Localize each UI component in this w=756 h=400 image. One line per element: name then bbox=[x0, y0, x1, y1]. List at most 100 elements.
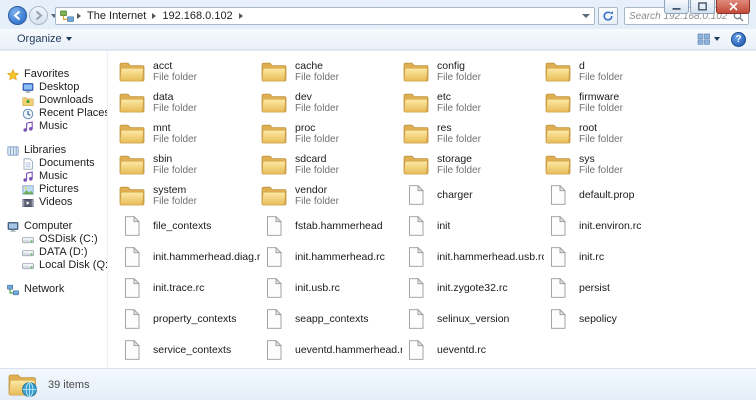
file-tile[interactable]: data File folder bbox=[118, 87, 260, 117]
change-view-button[interactable] bbox=[694, 31, 723, 47]
sidebar-item[interactable]: Local Disk (Q:) bbox=[0, 259, 107, 272]
disk-icon bbox=[22, 260, 35, 272]
address-bar[interactable]: The Internet 192.168.0.102 bbox=[55, 7, 595, 25]
file-tile[interactable]: file_contexts bbox=[118, 211, 260, 241]
item-name: init bbox=[437, 220, 450, 232]
item-type: File folder bbox=[579, 134, 623, 145]
folder-icon bbox=[260, 92, 288, 113]
downloads-icon bbox=[22, 95, 35, 107]
file-icon bbox=[402, 340, 430, 360]
file-icon bbox=[260, 247, 288, 267]
file-tile[interactable]: seapp_contexts bbox=[260, 304, 402, 334]
file-tile[interactable]: storage File folder bbox=[402, 149, 544, 179]
file-tile[interactable]: persist bbox=[544, 273, 686, 303]
file-icon bbox=[544, 185, 572, 205]
sidebar-item[interactable]: Computer bbox=[0, 220, 107, 233]
sidebar-item-label: Desktop bbox=[39, 81, 79, 94]
file-tile[interactable]: sepolicy bbox=[544, 304, 686, 334]
item-name: system bbox=[153, 184, 197, 196]
item-type: File folder bbox=[579, 103, 623, 114]
file-tile[interactable]: proc File folder bbox=[260, 118, 402, 148]
file-tile[interactable]: ueventd.rc bbox=[402, 335, 544, 365]
file-tile[interactable]: fstab.hammerhead bbox=[260, 211, 402, 241]
help-button[interactable]: ? bbox=[731, 32, 746, 47]
folder-icon bbox=[260, 154, 288, 175]
item-name: init.environ.rc bbox=[579, 220, 641, 232]
sidebar-item[interactable]: OSDisk (C:) bbox=[0, 233, 107, 246]
file-tile[interactable]: etc File folder bbox=[402, 87, 544, 117]
sidebar-item[interactable]: Videos bbox=[0, 196, 107, 209]
item-name: persist bbox=[579, 282, 610, 294]
sidebar-item[interactable]: Network bbox=[0, 283, 107, 296]
views-icon bbox=[697, 33, 711, 45]
file-tile[interactable]: charger bbox=[402, 180, 544, 210]
forward-button[interactable] bbox=[29, 6, 48, 25]
item-count: 39 items bbox=[48, 379, 90, 391]
address-dropdown-icon[interactable] bbox=[582, 14, 590, 18]
folder-icon bbox=[118, 123, 146, 144]
item-type: File folder bbox=[153, 196, 197, 207]
breadcrumb-host[interactable]: 192.168.0.102 bbox=[157, 10, 237, 22]
sidebar-item-label: Libraries bbox=[24, 144, 66, 157]
organize-button[interactable]: Organize bbox=[10, 31, 79, 47]
file-tile[interactable]: dev File folder bbox=[260, 87, 402, 117]
file-tile[interactable]: sdcard File folder bbox=[260, 149, 402, 179]
item-name: init.usb.rc bbox=[295, 282, 340, 294]
file-tile[interactable]: init.trace.rc bbox=[118, 273, 260, 303]
file-icon bbox=[402, 185, 430, 205]
sidebar-item[interactable]: Documents bbox=[0, 157, 107, 170]
network-icon bbox=[7, 284, 20, 296]
file-tile[interactable]: res File folder bbox=[402, 118, 544, 148]
item-name: etc bbox=[437, 91, 481, 103]
file-icon bbox=[402, 278, 430, 298]
sidebar-item[interactable]: Libraries bbox=[0, 144, 107, 157]
file-tile[interactable]: cache File folder bbox=[260, 56, 402, 86]
close-button[interactable] bbox=[716, 0, 750, 14]
file-tile[interactable]: service_contexts bbox=[118, 335, 260, 365]
folder-icon bbox=[118, 154, 146, 175]
item-name: init.hammerhead.rc bbox=[295, 251, 385, 263]
sidebar-item[interactable]: Desktop bbox=[0, 81, 107, 94]
item-name: default.prop bbox=[579, 189, 634, 201]
sidebar-item[interactable]: DATA (D:) bbox=[0, 246, 107, 259]
refresh-icon bbox=[602, 10, 614, 22]
file-tile[interactable]: d File folder bbox=[544, 56, 686, 86]
file-tile[interactable]: config File folder bbox=[402, 56, 544, 86]
sidebar-item[interactable]: Favorites bbox=[0, 68, 107, 81]
file-tile[interactable]: init.hammerhead.rc bbox=[260, 242, 402, 272]
file-tile[interactable]: ueventd.hammerhead.rc bbox=[260, 335, 402, 365]
file-tile[interactable]: vendor File folder bbox=[260, 180, 402, 210]
file-tile[interactable]: mnt File folder bbox=[118, 118, 260, 148]
item-name: res bbox=[437, 122, 481, 134]
recent-icon bbox=[22, 108, 35, 120]
breadcrumb-the-internet[interactable]: The Internet bbox=[82, 10, 151, 22]
refresh-button[interactable] bbox=[598, 7, 618, 25]
sidebar-item[interactable]: Downloads bbox=[0, 94, 107, 107]
maximize-button[interactable] bbox=[690, 0, 715, 14]
file-tile[interactable]: system File folder bbox=[118, 180, 260, 210]
file-tile[interactable]: root File folder bbox=[544, 118, 686, 148]
file-tile[interactable]: init.usb.rc bbox=[260, 273, 402, 303]
folder-icon bbox=[544, 61, 572, 82]
sidebar-item[interactable]: Recent Places bbox=[0, 107, 107, 120]
file-tile[interactable]: firmware File folder bbox=[544, 87, 686, 117]
item-name: data bbox=[153, 91, 197, 103]
file-tile[interactable]: init.environ.rc bbox=[544, 211, 686, 241]
file-tile[interactable]: default.prop bbox=[544, 180, 686, 210]
file-tile[interactable]: init.hammerhead.diag.rc bbox=[118, 242, 260, 272]
back-button[interactable] bbox=[8, 6, 27, 25]
file-tile[interactable]: sbin File folder bbox=[118, 149, 260, 179]
file-tile[interactable]: selinux_version bbox=[402, 304, 544, 334]
file-tile[interactable]: init bbox=[402, 211, 544, 241]
sidebar-item[interactable]: Music bbox=[0, 120, 107, 133]
sidebar-item[interactable]: Pictures bbox=[0, 183, 107, 196]
file-tile[interactable]: acct File folder bbox=[118, 56, 260, 86]
file-tile[interactable]: sys File folder bbox=[544, 149, 686, 179]
item-name: init.hammerhead.usb.rc bbox=[437, 251, 544, 263]
sidebar-item[interactable]: Music bbox=[0, 170, 107, 183]
minimize-button[interactable] bbox=[664, 0, 689, 14]
file-tile[interactable]: init.rc bbox=[544, 242, 686, 272]
file-tile[interactable]: property_contexts bbox=[118, 304, 260, 334]
file-tile[interactable]: init.hammerhead.usb.rc bbox=[402, 242, 544, 272]
file-tile[interactable]: init.zygote32.rc bbox=[402, 273, 544, 303]
